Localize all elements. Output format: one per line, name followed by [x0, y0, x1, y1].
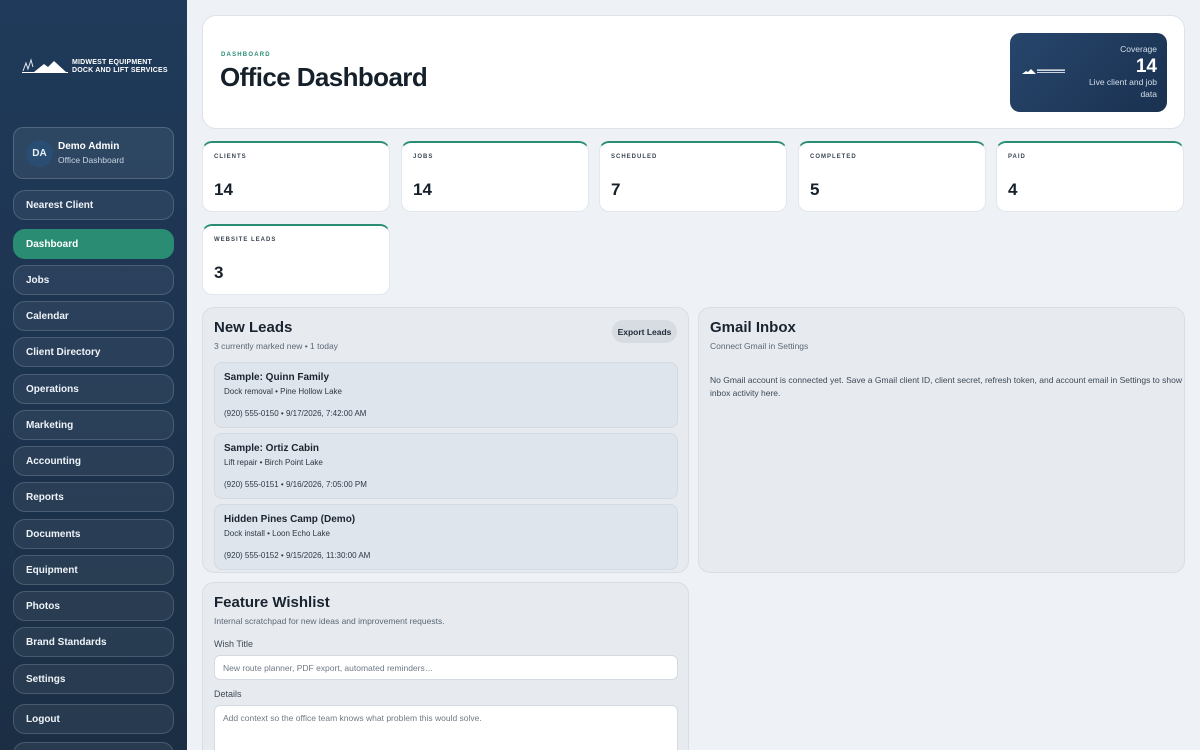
page-header: DASHBOARD Office Dashboard Coverage 14 L…	[202, 15, 1185, 129]
stat-card-website-leads: WEBSITE LEADS 3	[202, 224, 390, 295]
stat-label: JOBS	[413, 154, 434, 160]
feature-wishlist-panel: Feature Wishlist Internal scratchpad for…	[202, 582, 689, 750]
lead-name: Sample: Quinn Family	[224, 372, 330, 383]
nav-item-calendar[interactable]: Calendar	[13, 301, 174, 331]
export-leads-button[interactable]: Export Leads	[612, 320, 677, 343]
coverage-subtitle: Live client and job data	[1088, 77, 1157, 99]
brand-line-2: DOCK AND LIFT SERVICES	[72, 66, 168, 74]
avatar: DA	[26, 140, 53, 167]
coverage-value: 14	[1135, 56, 1157, 77]
nav-item-photos[interactable]: Photos	[13, 591, 174, 621]
lead-service: Lift repair • Birch Point Lake	[224, 458, 323, 467]
feature-wishlist-title: Feature Wishlist	[214, 594, 330, 611]
brand-logo: MIDWEST EQUIPMENT DOCK AND LIFT SERVICES	[22, 52, 172, 82]
lead-contact: (920) 555-0150 • 9/17/2026, 7:42:00 AM	[224, 409, 367, 418]
stat-value: 5	[810, 180, 820, 199]
user-subtitle: Office Dashboard	[58, 155, 124, 165]
page-eyebrow: DASHBOARD	[221, 52, 271, 58]
new-leads-panel: New Leads 3 currently marked new • 1 tod…	[202, 307, 689, 573]
stat-label: PAID	[1008, 154, 1026, 160]
lead-name: Sample: Ortiz Cabin	[224, 443, 320, 454]
lead-card[interactable]: Sample: Ortiz Cabin Lift repair • Birch …	[214, 433, 678, 499]
nav-item-client-directory[interactable]: Client Directory	[13, 337, 174, 367]
nav-item-documents[interactable]: Documents	[13, 519, 174, 549]
details-textarea[interactable]	[214, 705, 678, 750]
lead-card[interactable]: Sample: Quinn Family Dock removal • Pine…	[214, 362, 678, 428]
nav-item-settings[interactable]: Settings	[13, 664, 174, 694]
nav-item-operations[interactable]: Operations	[13, 374, 174, 404]
coverage-card: Coverage 14 Live client and job data	[1010, 33, 1167, 112]
lead-contact: (920) 555-0152 • 9/15/2026, 11:30:00 AM	[224, 551, 371, 560]
lead-name: Hidden Pines Camp (Demo)	[224, 514, 356, 525]
user-card[interactable]: DA Demo Admin Office Dashboard	[13, 127, 174, 179]
brand-name: MIDWEST EQUIPMENT DOCK AND LIFT SERVICES	[72, 59, 168, 74]
stat-label: COMPLETED	[810, 154, 857, 160]
nav-item-nearest-client[interactable]: Nearest Client	[13, 190, 174, 220]
wish-title-input[interactable]	[214, 655, 678, 680]
gmail-inbox-subtitle: Connect Gmail in Settings	[710, 341, 809, 351]
wish-title-label: Wish Title	[214, 639, 254, 649]
brand-line-1: MIDWEST EQUIPMENT	[72, 59, 153, 66]
stat-label: CLIENTS	[214, 154, 247, 160]
stat-card-scheduled: SCHEDULED 7	[599, 141, 787, 212]
stat-card-clients: CLIENTS 14	[202, 141, 390, 212]
stat-card-jobs: JOBS 14	[401, 141, 589, 212]
nav-item-equipment[interactable]: Equipment	[13, 555, 174, 585]
new-leads-title: New Leads	[214, 319, 293, 336]
stat-card-completed: COMPLETED 5	[798, 141, 986, 212]
gmail-inbox-title: Gmail Inbox	[710, 319, 796, 336]
nav-item-jobs[interactable]: Jobs	[13, 265, 174, 295]
nav-item-dashboard[interactable]: Dashboard	[13, 229, 174, 259]
nav-item-marketing[interactable]: Marketing	[13, 410, 174, 440]
sidebar: MIDWEST EQUIPMENT DOCK AND LIFT SERVICES…	[0, 0, 187, 750]
coverage-label: Coverage	[1120, 44, 1157, 54]
stat-label: WEBSITE LEADS	[214, 237, 277, 243]
brand-logo-small-icon	[1022, 69, 1065, 74]
details-label: Details	[214, 689, 242, 699]
stat-value: 4	[1008, 180, 1018, 199]
lead-card[interactable]: Hidden Pines Camp (Demo) Dock install • …	[214, 504, 678, 570]
nav-item-accounting[interactable]: Accounting	[13, 446, 174, 476]
stat-value: 3	[214, 263, 224, 282]
nav-item-reports[interactable]: Reports	[13, 482, 174, 512]
gmail-empty-message: No Gmail account is connected yet. Save …	[710, 375, 1182, 398]
stat-card-paid: PAID 4	[996, 141, 1184, 212]
nav-item-overflow[interactable]	[13, 742, 174, 750]
lead-contact: (920) 555-0151 • 9/16/2026, 7:05:00 PM	[224, 480, 367, 489]
lead-service: Dock install • Loon Echo Lake	[224, 529, 330, 538]
stat-value: 14	[413, 180, 432, 199]
mountain-logo-icon	[22, 58, 68, 73]
stat-value: 14	[214, 180, 233, 199]
nav-item-brand-standards[interactable]: Brand Standards	[13, 627, 174, 657]
feature-wishlist-subtitle: Internal scratchpad for new ideas and im…	[214, 616, 445, 626]
lead-service: Dock removal • Pine Hollow Lake	[224, 387, 342, 396]
stat-label: SCHEDULED	[611, 154, 658, 160]
new-leads-subtitle: 3 currently marked new • 1 today	[214, 341, 338, 351]
user-name: Demo Admin	[58, 141, 120, 152]
page-title: Office Dashboard	[220, 62, 428, 92]
gmail-inbox-panel: Gmail Inbox Connect Gmail in Settings No…	[698, 307, 1185, 573]
stat-value: 7	[611, 180, 621, 199]
nav-item-logout[interactable]: Logout	[13, 704, 174, 734]
